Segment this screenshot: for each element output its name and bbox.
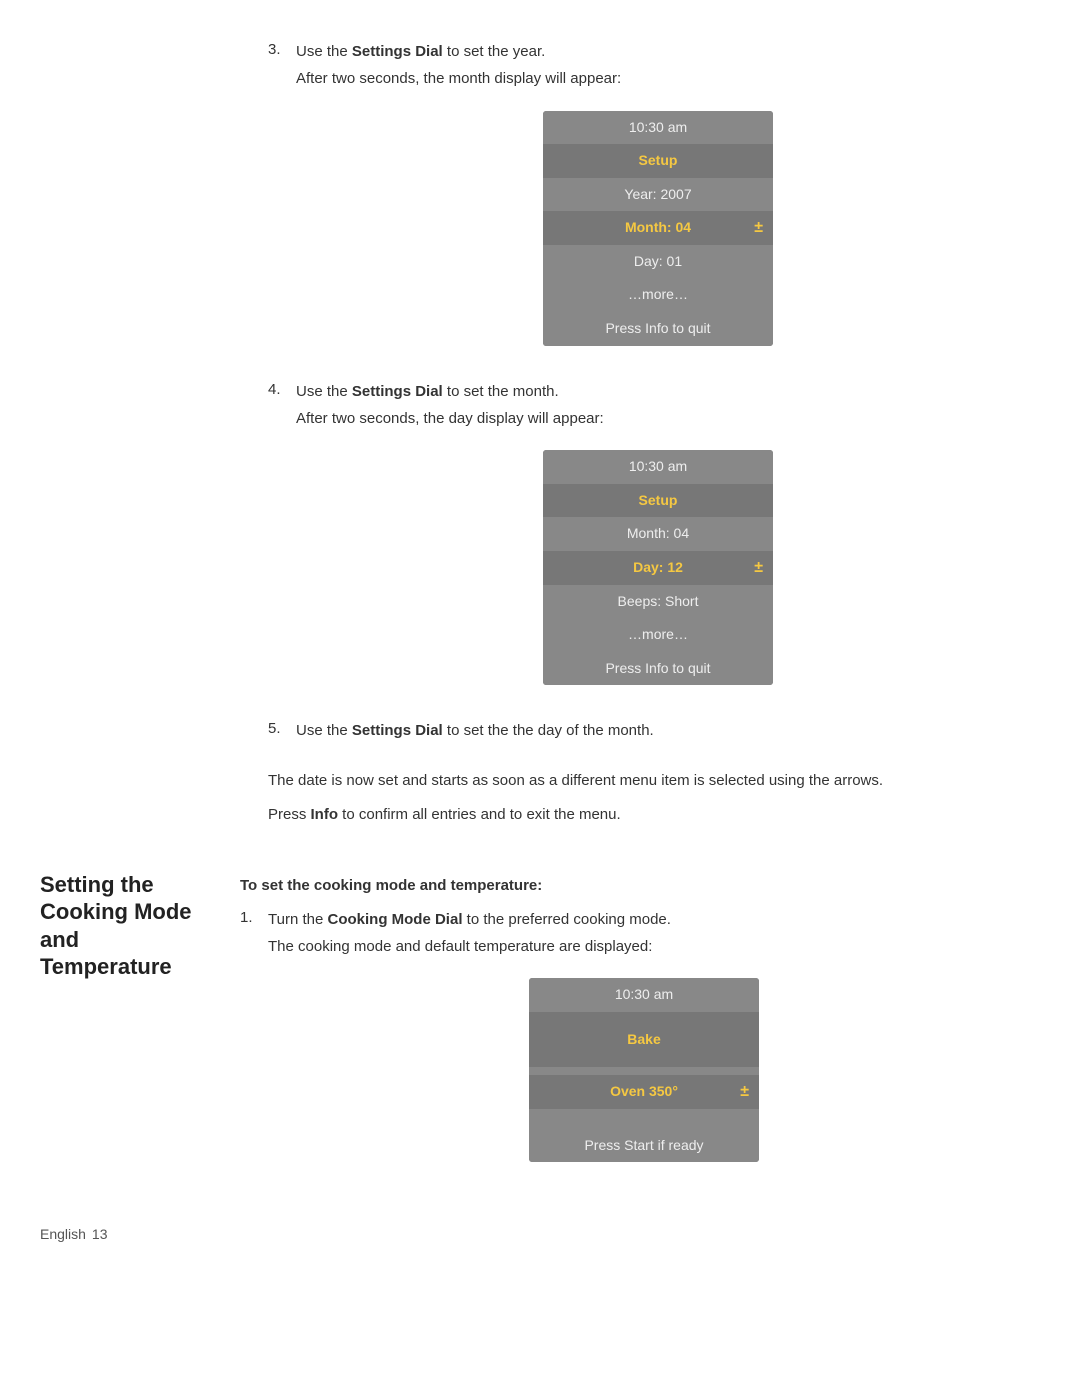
step4-subtext: After two seconds, the day display will … <box>296 407 1020 430</box>
display2-wrapper: 10:30 am Setup Month: 04 Day: 12 ± Beeps… <box>296 440 1020 703</box>
step4-text: Use the Settings Dial to set the month. <box>296 380 1020 403</box>
display1-row4: Month: 04 ± <box>543 211 773 245</box>
display3-plusminus: ± <box>740 1081 749 1103</box>
display1-row2: Setup <box>543 144 773 178</box>
section2-step1: 1. Turn the Cooking Mode Dial to the pre… <box>240 908 1020 1187</box>
footer-page: 13 <box>92 1226 108 1242</box>
press-info-para: Press Info to confirm all entries and to… <box>268 803 1020 827</box>
display3-row3 <box>529 1067 759 1075</box>
step3-text: Use the Settings Dial to set the year. <box>296 40 1020 63</box>
display2-row2: Setup <box>543 484 773 518</box>
display3-row1: 10:30 am <box>529 978 759 1012</box>
section2-step1-text: Turn the Cooking Mode Dial to the prefer… <box>268 908 1020 931</box>
step5-text: Use the Settings Dial to set the the day… <box>296 719 1020 742</box>
section2-left: Setting the Cooking Mode and Temperature <box>0 867 220 1197</box>
display3-row4: Oven 350° ± <box>529 1075 759 1109</box>
step5: 5. Use the Settings Dial to set the the … <box>268 719 1020 746</box>
display1-row1: 10:30 am <box>543 111 773 145</box>
page: 3. Use the Settings Dial to set the year… <box>0 40 1080 1312</box>
display3: 10:30 am Bake Oven 350° ± Press Start if… <box>529 978 759 1162</box>
step5-container: 5. Use the Settings Dial to set the the … <box>0 719 1080 756</box>
footer-lang: English <box>40 1226 86 1242</box>
display1-wrapper: 10:30 am Setup Year: 2007 Month: 04 ± Da… <box>296 101 1020 364</box>
step5-number: 5. <box>268 719 296 746</box>
display1-row7: Press Info to quit <box>543 312 773 346</box>
section2-bold-label: To set the cooking mode and temperature: <box>240 877 1020 894</box>
step4-content: Use the Settings Dial to set the month. … <box>296 380 1020 710</box>
paragraphs-container: The date is now set and starts as soon a… <box>0 769 1080 837</box>
display2-row4: Day: 12 ± <box>543 551 773 585</box>
step4-number: 4. <box>268 380 296 710</box>
display1-plusminus: ± <box>754 217 763 239</box>
page-footer: English 13 <box>0 1216 1080 1252</box>
display2-row7: Press Info to quit <box>543 652 773 686</box>
step5-content: Use the Settings Dial to set the the day… <box>296 719 1020 746</box>
step3-subtext: After two seconds, the month display wil… <box>296 67 1020 90</box>
section2-step1-number: 1. <box>240 908 268 1187</box>
section2-row: Setting the Cooking Mode and Temperature… <box>0 867 1080 1197</box>
step3-content: Use the Settings Dial to set the year. A… <box>296 40 1020 370</box>
display1: 10:30 am Setup Year: 2007 Month: 04 ± Da… <box>543 111 773 346</box>
display3-wrapper: 10:30 am Bake Oven 350° ± Press Start if… <box>268 968 1020 1180</box>
step4-container: 4. Use the Settings Dial to set the mont… <box>0 380 1080 720</box>
step3-container: 3. Use the Settings Dial to set the year… <box>0 40 1080 380</box>
display3-row6: Press Start if ready <box>529 1129 759 1163</box>
display2-plusminus: ± <box>754 557 763 579</box>
display1-row5: Day: 01 <box>543 245 773 279</box>
display2-row1: 10:30 am <box>543 450 773 484</box>
display1-row6: …more… <box>543 278 773 312</box>
section2-heading: Setting the Cooking Mode and Temperature <box>40 871 200 981</box>
display2: 10:30 am Setup Month: 04 Day: 12 ± Beeps… <box>543 450 773 685</box>
date-set-para: The date is now set and starts as soon a… <box>268 769 1020 793</box>
display2-row3: Month: 04 <box>543 517 773 551</box>
display1-row3: Year: 2007 <box>543 178 773 212</box>
step3: 3. Use the Settings Dial to set the year… <box>268 40 1020 370</box>
step4: 4. Use the Settings Dial to set the mont… <box>268 380 1020 710</box>
display2-row6: …more… <box>543 618 773 652</box>
display3-row2: Bake <box>529 1012 759 1068</box>
section2-step1-content: Turn the Cooking Mode Dial to the prefer… <box>268 908 1020 1187</box>
display2-row5: Beeps: Short <box>543 585 773 619</box>
section2-step1-subtext: The cooking mode and default temperature… <box>268 935 1020 958</box>
section-gap <box>0 837 1080 867</box>
section2-right: To set the cooking mode and temperature:… <box>220 867 1080 1197</box>
display3-row5 <box>529 1109 759 1129</box>
step3-number: 3. <box>268 40 296 370</box>
